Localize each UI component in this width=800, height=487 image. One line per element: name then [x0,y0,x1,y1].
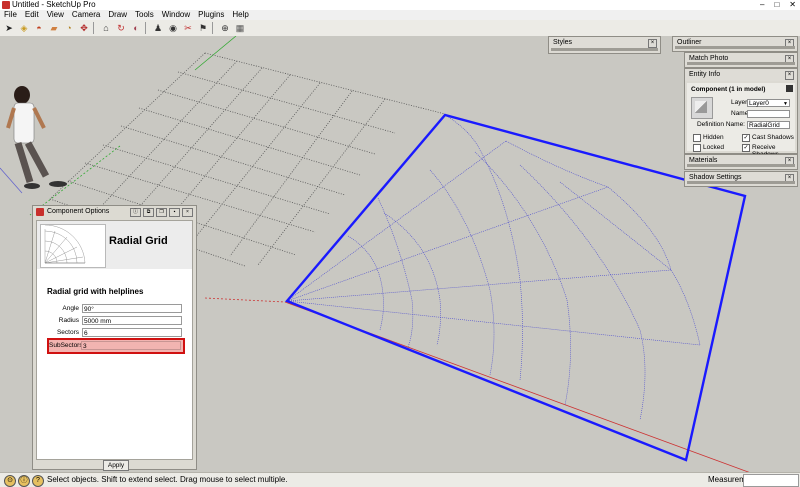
paint-bucket-icon[interactable]: ◓ [33,22,45,34]
status-text: Select objects. Shift to extend select. … [47,475,288,484]
copy-icon[interactable]: ⧉ [143,208,154,217]
info-icon[interactable]: ⓘ [130,208,141,217]
radial-grid-thumbnail [40,224,106,268]
component-name: Radial Grid [109,235,168,247]
materials-tray: Materials × [684,154,798,170]
hidden-checkbox[interactable] [693,134,701,142]
menu-tools[interactable]: Tools [131,10,158,20]
component-thumbnail [691,97,713,119]
toolbar: ➤ ◈ ◓ ▰ ◔ ✥ ⌂ ↻ ◐ ♟ ◉ ✂ ⚑ ⊕ ▦ [0,20,800,37]
outliner-tray: Outliner × [672,36,798,52]
hidden-label: Hidden [703,134,724,141]
shadow-settings-tray: Shadow Settings × [684,171,798,187]
section-icon[interactable]: ✂ [182,22,194,34]
entity-info-tray: Entity Info × Component (1 in model) Laye… [684,68,798,158]
cast-shadows-label: Cast Shadows [752,134,794,141]
tape-measure-icon[interactable]: ◔ [63,22,75,34]
component-icon[interactable]: ◈ [18,22,30,34]
maximize-button[interactable]: □ [774,0,779,10]
apply-button[interactable]: Apply [103,460,129,471]
cast-shadows-checkbox[interactable]: ✓ [742,134,750,142]
title-bar: Untitled - SketchUp Pro – □ ✕ [0,0,800,10]
angle-label: Angle [62,305,79,312]
radius-field[interactable]: 5000 mm [82,316,182,325]
credits-icon[interactable]: ⓘ [18,475,30,487]
layer-select[interactable]: Layer0 ▼ [747,99,790,107]
component-options-icon[interactable]: ⌂ [100,22,112,34]
entity-info-tray-title[interactable]: Entity Info [689,71,720,78]
window-title: Untitled - SketchUp Pro [12,0,96,9]
eraser-icon[interactable]: ▰ [48,22,60,34]
name-field[interactable] [747,110,790,118]
match-photo-tray: Match Photo × [684,52,798,68]
restore-icon[interactable]: ❐ [156,208,167,217]
select-icon[interactable]: ➤ [3,22,15,34]
menu-view[interactable]: View [43,10,68,20]
minimize-button[interactable]: – [760,0,764,10]
subsectors-label: SubSectors [49,342,83,349]
menu-draw[interactable]: Draw [104,10,131,20]
angle-row: Angle 90° [49,303,184,315]
materials-tray-title[interactable]: Materials [689,157,717,164]
component-options-dialog: Component Options ⓘ ⧉ ❐ ▪ × Radial Grid … [32,205,197,471]
sectors-field[interactable]: 6 [82,328,182,337]
position-camera-icon[interactable]: ⚑ [197,22,209,34]
styles-tray: Styles × [548,36,661,54]
menu-plugins[interactable]: Plugins [194,10,228,20]
toggle-terrain-icon[interactable]: ▦ [234,22,246,34]
close-icon[interactable]: × [648,39,657,48]
close-icon[interactable]: × [182,208,193,217]
walk-icon[interactable]: ♟ [152,22,164,34]
close-icon[interactable]: × [785,71,794,80]
look-around-icon[interactable]: ◉ [167,22,179,34]
entity-info-heading: Component (1 in model) [691,86,766,93]
subsectors-row: SubSectors 3 [47,338,185,354]
menu-edit[interactable]: Edit [21,10,43,20]
angle-field[interactable]: 90° [82,304,182,313]
locked-checkbox[interactable] [693,144,701,152]
sketchup-logo-icon [2,1,10,9]
component-options-panel: Radial Grid Radial grid with helplines A… [36,220,193,460]
close-button[interactable]: ✕ [789,0,796,10]
status-bar: ⊙ ⓘ ? Select objects. Shift to extend se… [0,472,800,487]
locked-label: Locked [703,144,724,151]
menu-camera[interactable]: Camera [68,10,104,20]
menu-help[interactable]: Help [228,10,252,20]
match-photo-tray-title[interactable]: Match Photo [689,55,728,62]
shadow-settings-tray-title[interactable]: Shadow Settings [689,174,742,181]
sketchup-logo-icon [36,208,44,216]
shape-icon[interactable]: ◐ [130,22,142,34]
measurements-field[interactable] [743,474,799,487]
move-icon[interactable]: ✥ [78,22,90,34]
outliner-tray-title[interactable]: Outliner [677,39,702,46]
subsectors-field[interactable]: 3 [81,341,181,350]
geolocation-icon[interactable]: ⊙ [4,475,16,487]
radius-label: Radius [58,317,79,324]
component-description: Radial grid with helplines [47,287,144,296]
menu-window[interactable]: Window [158,10,194,20]
radius-row: Radius 5000 mm [49,315,184,327]
menu-bar: File Edit View Camera Draw Tools Window … [0,10,800,20]
entity-info-pin-icon[interactable] [786,85,793,92]
menu-file[interactable]: File [0,10,21,20]
help-icon[interactable]: ? [32,475,44,487]
definition-name-label: Definition Name: [696,121,745,128]
component-options-title[interactable]: Component Options [47,208,109,215]
pin-icon[interactable]: ▪ [169,208,180,217]
styles-tray-title[interactable]: Styles [553,39,572,46]
definition-name-field[interactable]: RadialGrid [747,121,790,129]
chevron-down-icon: ▼ [783,101,788,107]
add-location-icon[interactable]: ⊕ [219,22,231,34]
receive-shadows-checkbox[interactable]: ✓ [742,144,750,152]
rotate-icon[interactable]: ↻ [115,22,127,34]
